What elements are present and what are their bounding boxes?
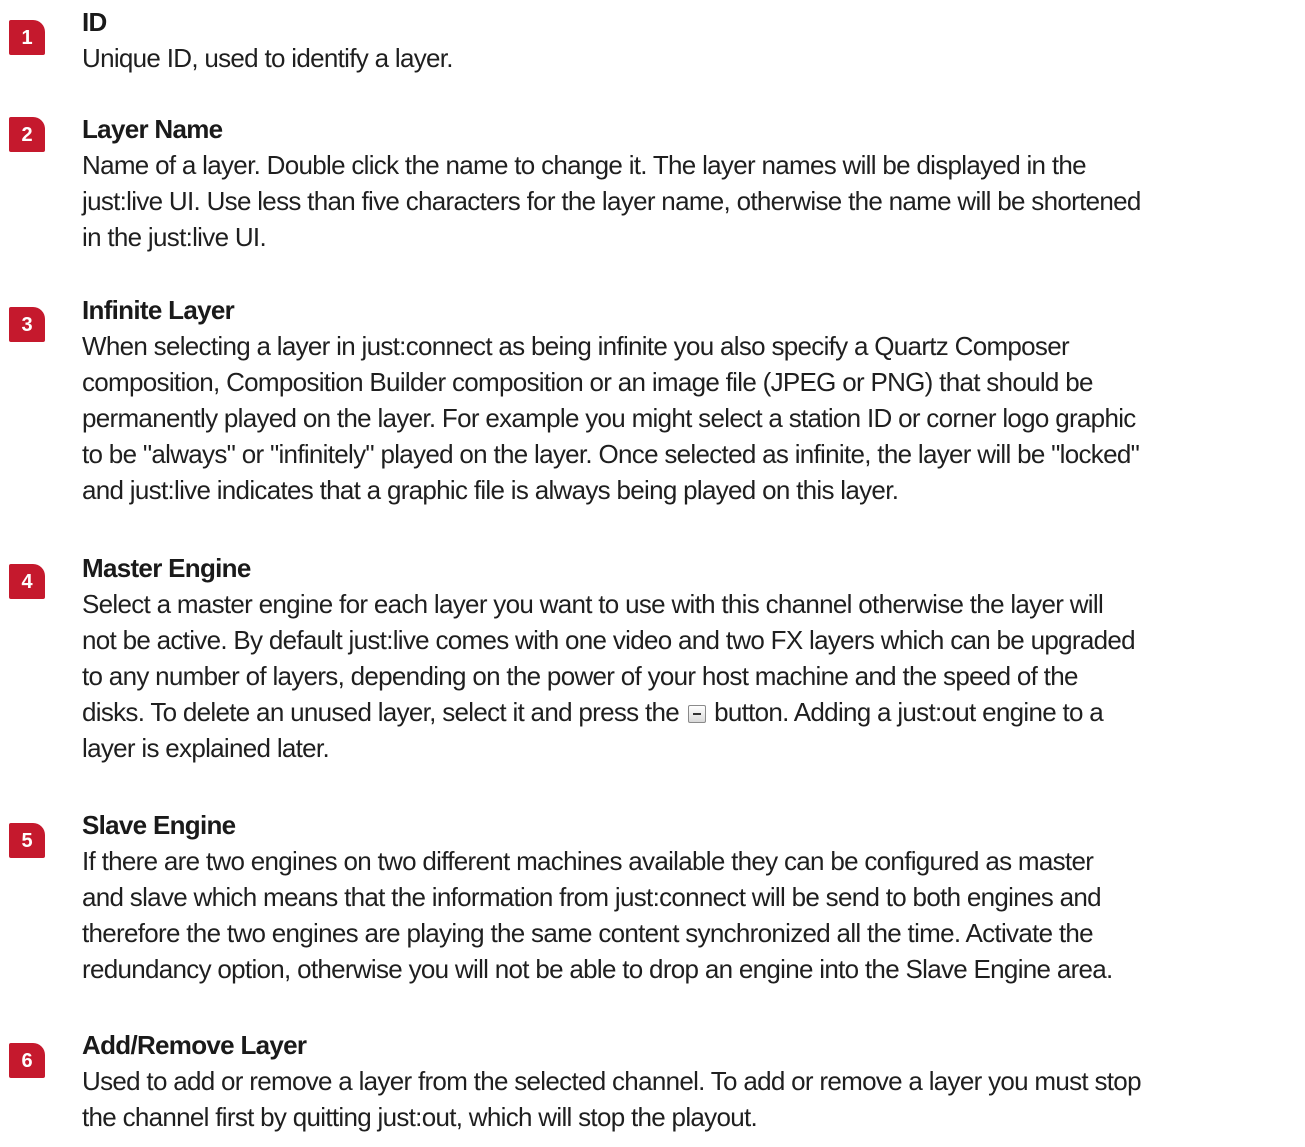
body-line: the channel first by quitting just:out, … (82, 1102, 758, 1132)
body-line: Used to add or remove a layer from the s… (82, 1066, 1142, 1096)
section-title: Slave Engine (82, 810, 236, 840)
body-line-with-icon: disks. To delete an unused layer, select… (82, 694, 1296, 730)
body-text: disks. To delete an unused layer, select… (82, 697, 680, 727)
body-line: therefore the two engines are playing th… (82, 918, 1094, 948)
section-title: ID (82, 7, 107, 37)
section-body: Used to add or remove a layer from the s… (82, 1063, 1296, 1135)
section-body: Select a master engine for each layer yo… (82, 586, 1296, 766)
body-line: to be "always" or "infinitely" played on… (82, 439, 1140, 469)
body-line: Name of a layer. Double click the name t… (82, 150, 1087, 180)
section-number-badge: 2 (9, 117, 45, 152)
body-line: and just:live indicates that a graphic f… (82, 475, 899, 505)
body-line: just:live UI. Use less than five charact… (82, 186, 1141, 216)
body-line: Select a master engine for each layer yo… (82, 589, 1104, 619)
section-number-badge: 3 (9, 307, 45, 342)
section-number-badge: 6 (9, 1043, 45, 1078)
section-body: If there are two engines on two differen… (82, 843, 1296, 987)
body-line: Unique ID, used to identify a layer. (82, 43, 454, 73)
section-number-badge: 5 (9, 823, 45, 858)
section-body: Name of a layer. Double click the name t… (82, 147, 1296, 255)
body-line: in the just:live UI. (82, 222, 267, 252)
body-line: and slave which means that the informati… (82, 882, 1102, 912)
section-title: Infinite Layer (82, 295, 235, 325)
body-line: If there are two engines on two differen… (82, 846, 1094, 876)
section-title: Layer Name (82, 114, 223, 144)
section-body: Unique ID, used to identify a layer. (82, 40, 1296, 76)
section-title: Master Engine (82, 553, 251, 583)
body-line: to any number of layers, depending on th… (82, 661, 1078, 691)
section-title: Add/Remove Layer (82, 1030, 307, 1060)
body-line: When selecting a layer in just:connect a… (82, 331, 1070, 361)
section-body: When selecting a layer in just:connect a… (82, 328, 1296, 508)
section-number-badge: 4 (9, 564, 45, 599)
body-text: button. Adding a just:out engine to a (714, 697, 1104, 727)
body-line: permanently played on the layer. For exa… (82, 403, 1136, 433)
body-line: not be active. By default just:live come… (82, 625, 1136, 655)
body-line: layer is explained later. (82, 733, 330, 763)
section-number-badge: 1 (9, 20, 45, 55)
minus-button-icon (687, 705, 706, 723)
body-line: composition, Composition Builder composi… (82, 367, 1093, 397)
body-line: redundancy option, otherwise you will no… (82, 954, 1113, 984)
